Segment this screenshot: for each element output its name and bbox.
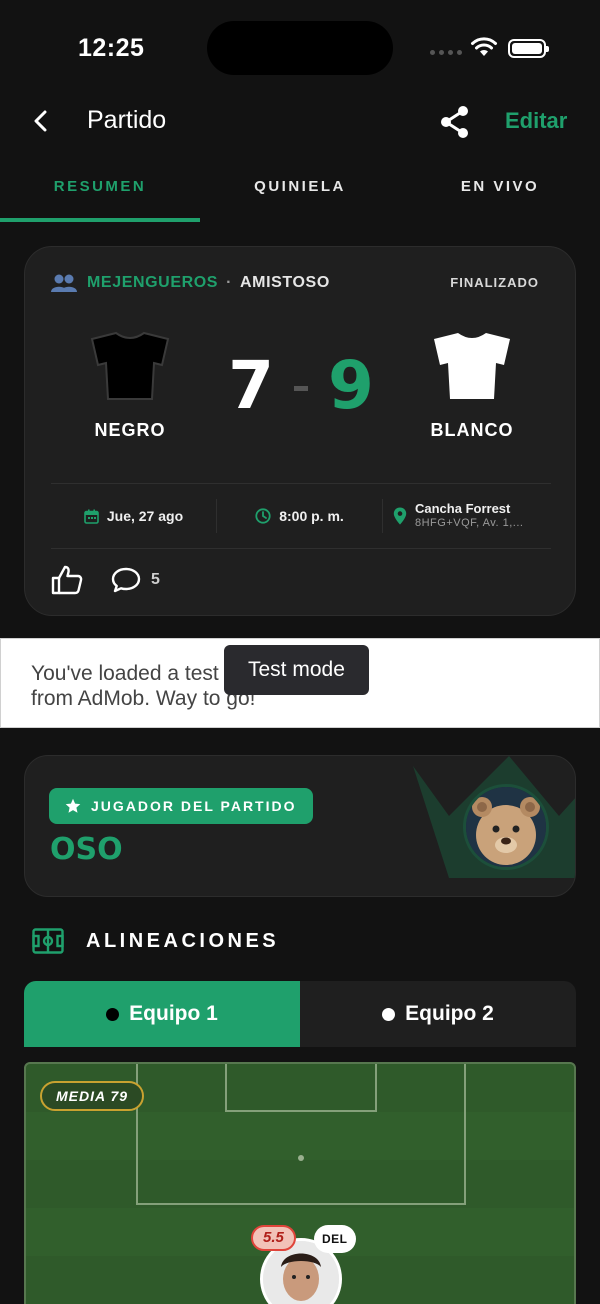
ad-banner[interactable]: You've loaded a test ad from AdMob. Way …: [0, 638, 600, 728]
status-time: 12:25: [78, 34, 145, 62]
team-selector: Equipo 1 Equipo 2: [24, 981, 576, 1047]
tab-resumen[interactable]: RESUMEN: [0, 160, 200, 222]
tab-quiniela[interactable]: QUINIELA: [200, 160, 400, 222]
league-name[interactable]: MEJENGUEROS: [87, 274, 218, 292]
wifi-icon: [471, 37, 497, 56]
home-team[interactable]: NEGRO: [65, 329, 195, 441]
field-icon: [32, 928, 64, 954]
match-date-text: Jue, 27 ago: [106, 508, 184, 524]
cellular-signal-icon: [430, 50, 462, 55]
team-2-dot: [382, 1007, 396, 1021]
player-of-match-card[interactable]: JUGADOR DEL PARTIDO OSO: [24, 755, 576, 897]
match-time-text: 8:00 p. m.: [279, 508, 344, 524]
away-jersey-icon: [434, 333, 510, 399]
team-2-label: Equipo 2: [405, 1002, 494, 1025]
match-type: AMISTOSO: [240, 274, 330, 291]
dynamic-island: [207, 21, 393, 75]
match-card: MEJENGUEROS · AMISTOSO FINALIZADO NEGRO …: [24, 246, 576, 616]
scoreboard: 7 9: [225, 345, 377, 425]
penalty-spot: [298, 1155, 304, 1161]
lineups-title: ALINEACIONES: [86, 929, 280, 952]
calendar-icon: [84, 509, 99, 524]
share-icon[interactable]: [438, 104, 472, 140]
team-average-badge: MEDIA 79: [40, 1081, 145, 1111]
nav-bar: Partido Editar: [0, 96, 600, 148]
team-2-tab[interactable]: Equipo 2: [300, 981, 576, 1047]
match-time: 8:00 p. m.: [217, 499, 383, 533]
edit-button[interactable]: Editar: [505, 108, 567, 134]
back-chevron-icon[interactable]: [26, 106, 56, 136]
match-header: MEJENGUEROS · AMISTOSO: [51, 273, 330, 293]
star-icon: [65, 798, 81, 813]
home-jersey-icon: [90, 331, 170, 400]
goal-box: [225, 1064, 377, 1112]
location-pin-icon: [393, 507, 407, 525]
player-of-match-label: JUGADOR DEL PARTIDO: [91, 798, 297, 814]
player-of-match-badge: JUGADOR DEL PARTIDO: [49, 788, 313, 824]
team-1-tab[interactable]: Equipo 1: [24, 981, 300, 1047]
player-position-badge: DEL: [314, 1225, 356, 1253]
score-dash: [294, 385, 308, 391]
away-team[interactable]: BLANCO: [407, 329, 537, 441]
like-thumb-icon[interactable]: [51, 565, 83, 595]
location-address: 8HFG+VQF, Av. 1,...: [415, 517, 524, 529]
clock-icon: [255, 508, 271, 524]
test-mode-tooltip: Test mode: [224, 645, 369, 695]
header-separator: ·: [226, 274, 233, 291]
match-info-row: Jue, 27 ago 8:00 p. m. Cancha Forrest 8H…: [51, 483, 551, 549]
status-bar: 12:25: [0, 0, 600, 96]
away-team-name: BLANCO: [430, 420, 514, 440]
home-team-name: NEGRO: [94, 420, 166, 440]
team-1-dot: [106, 1007, 120, 1021]
tab-en-vivo[interactable]: EN VIVO: [400, 160, 600, 222]
away-score: 9: [328, 346, 374, 424]
player-of-match-name: OSO: [50, 832, 123, 867]
lineup-pitch: MEDIA 79 5.5 DEL: [24, 1062, 576, 1304]
group-icon: [51, 274, 77, 292]
match-date: Jue, 27 ago: [51, 499, 217, 533]
lineups-header: ALINEACIONES: [32, 928, 279, 954]
comment-count: 5: [151, 571, 160, 588]
match-status: FINALIZADO: [450, 275, 539, 290]
player-rating-badge: 5.5: [251, 1225, 296, 1251]
comment-icon[interactable]: [111, 567, 141, 593]
tab-bar: RESUMEN QUINIELA EN VIVO: [0, 160, 600, 222]
battery-icon: [508, 39, 549, 58]
location-name: Cancha Forrest: [415, 501, 511, 516]
player-of-match-avatar: [463, 784, 549, 870]
home-score: 7: [228, 346, 274, 424]
page-title: Partido: [87, 106, 167, 134]
team-1-label: Equipo 1: [129, 1002, 218, 1025]
reaction-bar: 5: [51, 565, 160, 595]
match-location[interactable]: Cancha Forrest 8HFG+VQF, Av. 1,...: [383, 501, 551, 531]
